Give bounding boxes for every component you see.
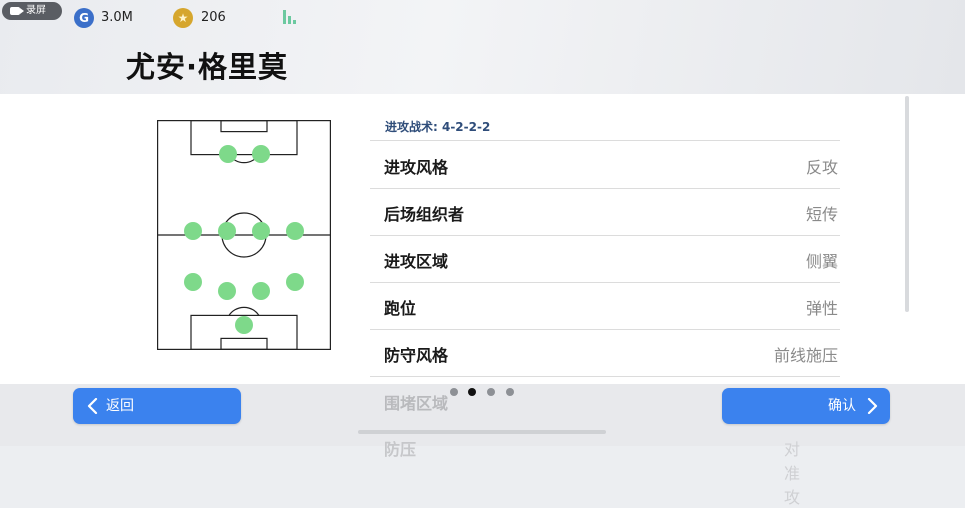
setting-row-positioning[interactable]: 跑位 弹性 [370, 282, 840, 330]
setting-key: 防压 [384, 440, 417, 459]
coins-value: 206 [201, 10, 226, 25]
home-indicator [358, 430, 606, 434]
setting-key: 防守风格 [384, 346, 449, 365]
video-camera-icon [10, 7, 24, 15]
bottom-goal-box [220, 337, 268, 350]
chevron-right-icon [867, 398, 878, 414]
player-dot-attacking-mid-right [252, 222, 270, 240]
player-dot-goalkeeper [235, 316, 253, 334]
partial-setting-row-faded: 防压 对准攻 [384, 436, 800, 507]
setting-value: 短传 [805, 205, 838, 224]
page-dot[interactable] [450, 388, 458, 396]
player-dot-attacking-mid-left [218, 222, 236, 240]
player-dot-centerback-left [218, 282, 236, 300]
bottom-penalty-arc [228, 306, 260, 316]
setting-key: 跑位 [384, 299, 417, 318]
page-title: 尤安·格里莫 [126, 50, 289, 84]
setting-row-build-up[interactable]: 后场组织者 短传 [370, 188, 840, 236]
confirm-label: 确认 [828, 398, 856, 414]
star-coin-icon: ★ [173, 8, 193, 28]
player-dot-fullback-right [286, 273, 304, 291]
top-penalty-box [190, 120, 298, 156]
setting-value: 侧翼 [805, 252, 838, 271]
player-dot-wide-right [286, 222, 304, 240]
tactic-label: 进攻战术: 4-2-2-2 [385, 120, 491, 134]
top-goal-box [220, 120, 268, 133]
player-dot-forward-left [219, 145, 237, 163]
page-indicator [450, 388, 520, 398]
setting-value: 对准攻 [784, 440, 801, 507]
gp-value: 3.0M [101, 10, 133, 25]
scrollbar[interactable] [905, 96, 909, 312]
setting-value: 反攻 [805, 158, 838, 177]
player-dot-wide-left [184, 222, 202, 240]
player-dot-forward-right [252, 145, 270, 163]
formation-pitch [157, 120, 331, 350]
back-button[interactable]: 返回 [73, 388, 241, 424]
g-coin-icon: G [74, 8, 94, 28]
page-dot[interactable] [487, 388, 495, 396]
chevron-left-icon [87, 398, 98, 414]
signal-bars-icon [283, 10, 297, 24]
setting-row-defense-style[interactable]: 防守风格 前线施压 [370, 329, 840, 377]
page-dot[interactable] [506, 388, 514, 396]
setting-row-attack-style[interactable]: 进攻风格 反攻 [370, 141, 840, 189]
record-label: 录屏 [26, 5, 46, 16]
partial-setting-row: 围堵区域 [384, 394, 449, 413]
player-dot-centerback-right [252, 282, 270, 300]
setting-value: 前线施压 [773, 346, 838, 365]
confirm-button[interactable]: 确认 [722, 388, 890, 424]
setting-row-attack-area[interactable]: 进攻区域 侧翼 [370, 235, 840, 283]
setting-key: 进攻风格 [384, 158, 449, 177]
page-dot-active[interactable] [468, 388, 476, 396]
player-dot-fullback-left [184, 273, 202, 291]
setting-key: 后场组织者 [384, 205, 465, 224]
screen-record-badge[interactable]: 录屏 [2, 2, 62, 20]
back-label: 返回 [106, 398, 134, 414]
setting-key: 进攻区域 [384, 252, 449, 271]
setting-value: 弹性 [805, 299, 838, 318]
